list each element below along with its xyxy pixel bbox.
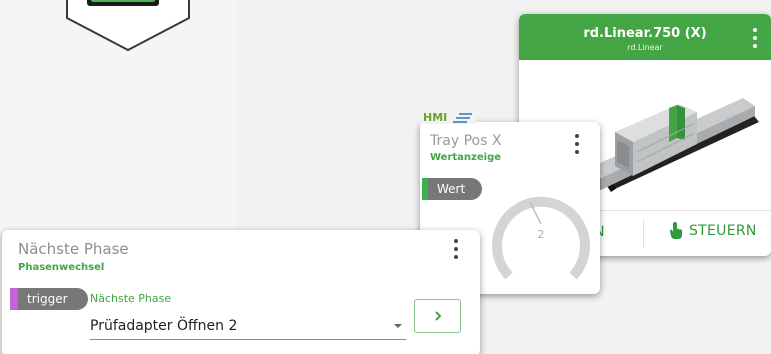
lines-icon [453, 112, 473, 123]
linear-card-title: rd.Linear.750 (X) [583, 26, 707, 41]
steuern-label: STEUERN [689, 223, 757, 239]
value-gauge: 2 [492, 196, 590, 280]
hand-pointer-icon [670, 222, 682, 239]
next-phase-card: Nächste Phase Phasenwechsel trigger Näch… [2, 230, 480, 354]
phase-select-label: Nächste Phase [90, 292, 172, 305]
phase-card-subtitle: Phasenwechsel [18, 262, 105, 273]
wert-tag: Wert [422, 178, 482, 200]
linear-card-header: rd.Linear.750 (X) rd.Linear [519, 14, 771, 60]
tray-card-subtitle: Wertanzeige [430, 152, 502, 163]
chevron-right-icon [434, 311, 441, 321]
flow-node-shield-icon[interactable] [63, 0, 193, 52]
trigger-tag[interactable]: trigger [10, 288, 88, 310]
caret-down-icon [394, 323, 402, 328]
linear-card-subtitle: rd.Linear [627, 43, 663, 52]
hmi-badge: HMI [420, 111, 477, 124]
tray-card-title: Tray Pos X [430, 133, 502, 149]
phase-select-value: Prüfadapter Öffnen 2 [90, 317, 238, 334]
phase-card-menu-icon[interactable] [453, 239, 459, 259]
hmi-label: HMI [423, 111, 448, 124]
steuern-button[interactable]: STEUERN [669, 222, 757, 240]
action-separator [643, 218, 644, 248]
gauge-value: 2 [538, 228, 545, 241]
phase-select[interactable]: Prüfadapter Öffnen 2 [90, 312, 406, 340]
tray-card-menu-icon[interactable] [574, 134, 580, 154]
phase-card-title: Nächste Phase [18, 240, 129, 258]
go-button[interactable] [414, 299, 461, 333]
linear-card-menu-icon[interactable] [752, 28, 758, 48]
